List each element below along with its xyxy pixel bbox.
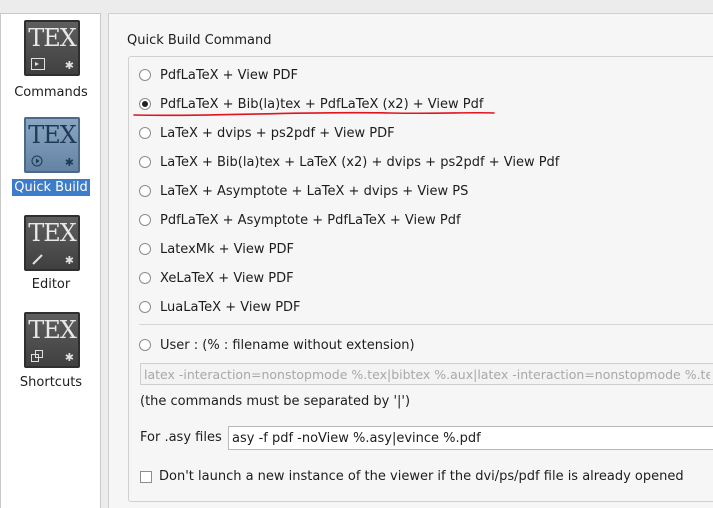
- sidebar-item-quick-build[interactable]: TEX ✱ Quick Build: [1, 115, 101, 201]
- radio-pdflatex-bib-pdflatex-view[interactable]: PdfLaTeX + Bib(la)tex + PdfLaTeX (x2) + …: [139, 95, 483, 113]
- sidebar-item-commands[interactable]: TEX ✱ Commands: [1, 18, 101, 108]
- pencil-icon: [32, 254, 43, 265]
- separator-note: (the commands must be separated by '|'): [140, 394, 411, 409]
- radio-button[interactable]: [139, 301, 151, 313]
- radio-button[interactable]: [139, 156, 151, 168]
- radio-button[interactable]: [139, 127, 151, 139]
- sidebar-item-editor[interactable]: TEX ✱ Editor: [1, 213, 101, 299]
- radio-button[interactable]: [139, 243, 151, 255]
- radio-latexmk[interactable]: LatexMk + View PDF: [139, 240, 294, 258]
- radio-latex-asymptote-ps[interactable]: LaTeX + Asymptote + LaTeX + dvips + View…: [139, 182, 468, 200]
- gear-icon: ✱: [64, 351, 74, 364]
- shortcuts-icon: TEX ✱: [24, 312, 80, 368]
- radio-pdflatex-asymptote-pdf[interactable]: PdfLaTeX + Asymptote + PdfLaTeX + View P…: [139, 211, 461, 229]
- asy-command-field[interactable]: [228, 426, 713, 450]
- radio-button[interactable]: [139, 69, 151, 81]
- radio-user-command[interactable]: User : (% : filename without extension): [139, 336, 415, 354]
- radio-xelatex[interactable]: XeLaTeX + View PDF: [139, 269, 294, 287]
- sidebar-item-label: Quick Build: [12, 179, 90, 196]
- radio-button[interactable]: [139, 98, 151, 110]
- group-title: Quick Build Command: [127, 33, 272, 48]
- terminal-icon: [31, 58, 45, 70]
- viewer-instance-option[interactable]: Don't launch a new instance of the viewe…: [140, 469, 684, 484]
- radio-latex-dvips-ps2pdf[interactable]: LaTeX + dvips + ps2pdf + View PDF: [139, 124, 395, 142]
- sidebar-item-label: Editor: [31, 277, 71, 292]
- gear-icon: ✱: [64, 254, 74, 267]
- shortcut-icon: [31, 350, 43, 362]
- gear-icon: ✱: [64, 156, 74, 169]
- gear-icon: ✱: [64, 59, 74, 72]
- commands-icon: TEX ✱: [24, 20, 80, 76]
- radio-button[interactable]: [139, 185, 151, 197]
- radio-pdflatex-view[interactable]: PdfLaTeX + View PDF: [139, 66, 298, 84]
- radio-button[interactable]: [139, 339, 151, 351]
- divider: [139, 324, 713, 325]
- editor-icon: TEX ✱: [24, 215, 80, 271]
- viewer-instance-checkbox[interactable]: [140, 470, 152, 483]
- user-command-field[interactable]: [140, 363, 713, 385]
- asy-files-label: For .asy files: [140, 430, 222, 445]
- quick-build-icon: TEX ✱: [24, 117, 80, 173]
- sidebar-item-label: Shortcuts: [19, 375, 83, 390]
- play-icon: [31, 155, 43, 167]
- config-sidebar: TEX ✱ Commands TEX ✱ Quick Build TEX ✱ E…: [0, 13, 101, 508]
- quick-build-panel: Quick Build Command PdfLaTeX + View PDF …: [108, 13, 713, 508]
- radio-button[interactable]: [139, 272, 151, 284]
- sidebar-item-label: Commands: [14, 85, 88, 100]
- radio-latex-bib-latex-dvips-ps2pdf[interactable]: LaTeX + Bib(la)tex + LaTeX (x2) + dvips …: [139, 153, 559, 171]
- sidebar-item-shortcuts[interactable]: TEX ✱ Shortcuts: [1, 310, 101, 396]
- radio-lualatex[interactable]: LuaLaTeX + View PDF: [139, 298, 301, 316]
- radio-button[interactable]: [139, 214, 151, 226]
